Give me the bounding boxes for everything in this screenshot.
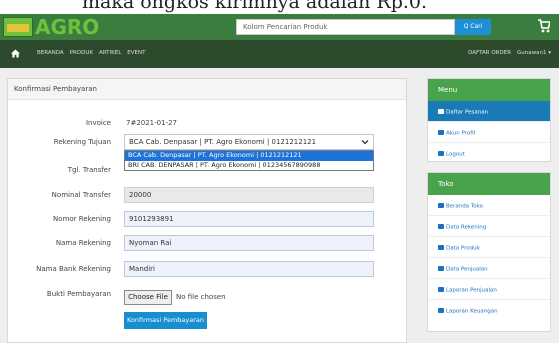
sidebar-item-data-rekening[interactable]: Data Rekening [428,216,550,237]
nav-daftar-order[interactable]: DAFTAR ORDER [468,50,511,56]
sidebar-item-label: Data Penjualan [446,266,488,273]
cart-icon [438,266,444,271]
card-icon [438,308,444,313]
payment-form-card: Konfirmasi Pembayaran Invoice 7#2021-01-… [7,78,407,343]
user-menu[interactable]: Gunawan1 ▾ [517,50,551,56]
rekening-option-bri[interactable]: BRI CAB. DENPASAR | PT. Agro Ekonomi | 0… [125,161,373,171]
file-status: No file chosen [176,293,226,301]
rekening-select[interactable]: BCA Cab. Denpasar | PT. Agro Ekonomi | 0… [124,134,374,150]
sidebar-item-logout[interactable]: Logout [428,143,550,164]
nav-produk[interactable]: PRODUK [70,50,93,56]
sidebar-item-label: Data Produk [446,245,480,252]
sidebar-item-laporan-keuangan[interactable]: Laporan Keuangan [428,300,550,321]
user-icon [438,130,444,135]
nav-links: BERANDA PRODUK ARTIKEL EVENT [37,50,151,56]
nav-beranda[interactable]: BERANDA [37,50,64,56]
logo[interactable]: AGRO [3,15,99,39]
sidebar-item-label: Akun Profil [446,130,476,137]
rekening-selected: BCA Cab. Denpasar | PT. Agro Ekonomi | 0… [129,138,317,146]
home-icon [438,203,444,208]
card-icon [438,224,444,229]
home-icon[interactable] [11,49,20,58]
nomor-rekening-label: Nomor Rekening [53,215,111,223]
confirm-payment-button[interactable]: Konfirmasi Pembayaran [124,312,207,329]
nominal-field: 20000 [124,187,374,203]
sidebar-item-label: Laporan Penjualan [446,287,497,294]
nomor-rekening-field[interactable]: 9101293891 [124,211,374,227]
sidebar-item-akun-profil[interactable]: Akun Profil [428,122,550,143]
toko-title: Toko [428,173,550,195]
top-header: AGRO Kolom Pencarian Produk Q Cari [0,14,559,40]
search-input[interactable]: Kolom Pencarian Produk [236,19,455,35]
form-title: Konfirmasi Pembayaran [8,79,406,100]
box-icon [438,245,444,250]
nav-right: DAFTAR ORDER Gunawan1 ▾ [462,50,551,56]
tgl-transfer-label: Tgl. Transfer [67,166,111,174]
search-button[interactable]: Q Cari [455,19,491,35]
main-nav: BERANDA PRODUK ARTIKEL EVENT DAFTAR ORDER Gu… [0,40,559,68]
menu-title: Menu [428,79,550,101]
nominal-label: Nominal Transfer [51,191,111,199]
bukti-label: Bukti Pembayaran [46,290,111,298]
caption-strip: maka ongkos kirimnya adalah Rp.0. [0,0,559,14]
sidebar-item-label: Laporan Keuangan [446,308,498,315]
sidebar-item-label: Data Rekening [446,224,487,231]
nav-event[interactable]: EVENT [127,50,145,56]
rekening-label: Rekening Tujuan [53,138,111,146]
rekening-option-bca[interactable]: BCA Cab. Denpasar | PT. Agro Ekonomi | 0… [125,151,373,161]
sidebar-item-data-penjualan[interactable]: Data Penjualan [428,258,550,279]
sidebar-item-daftar-pesanan[interactable]: Daftar Pesanan [428,101,550,122]
logout-icon [438,151,444,156]
page: maka ongkos kirimnya adalah Rp.0. AGRO K… [0,0,559,343]
menu-card: Menu Daftar Pesanan Akun Profil Logout [427,78,551,162]
sidebar-item-label: Beranda Toko [446,203,484,210]
sidebar-item-label: Daftar Pesanan [446,109,489,116]
sidebar-item-beranda-toko[interactable]: Beranda Toko [428,195,550,216]
rekening-dropdown: BCA Cab. Denpasar | PT. Agro Ekonomi | 0… [124,150,374,171]
toko-card: Toko Beranda Toko Data Rekening Data Pro… [427,172,551,332]
nama-rekening-field[interactable]: Nyoman Rai [124,235,374,251]
nama-bank-field[interactable]: Mandiri [124,261,374,277]
list-icon [438,109,444,114]
logo-word: AGRO [35,15,100,39]
chevron-down-icon [361,140,369,145]
sidebar-item-data-produk[interactable]: Data Produk [428,237,550,258]
nama-bank-label: Nama Bank Rekening [36,265,111,273]
invoice-label: Invoice [85,119,111,127]
nav-artikel[interactable]: ARTIKEL [99,50,121,56]
choose-file-button[interactable]: Choose File [124,290,172,305]
caption-text: maka ongkos kirimnya adalah Rp.0. [82,0,428,13]
invoice-value: 7#2021-01-27 [126,119,177,127]
nama-rekening-label: Nama Rekening [55,239,111,247]
cart-icon[interactable] [538,19,550,33]
sidebar-item-label: Logout [446,151,465,158]
print-icon [438,287,444,292]
logo-mark-icon [3,17,33,37]
sidebar-item-laporan-penjualan[interactable]: Laporan Penjualan [428,279,550,300]
